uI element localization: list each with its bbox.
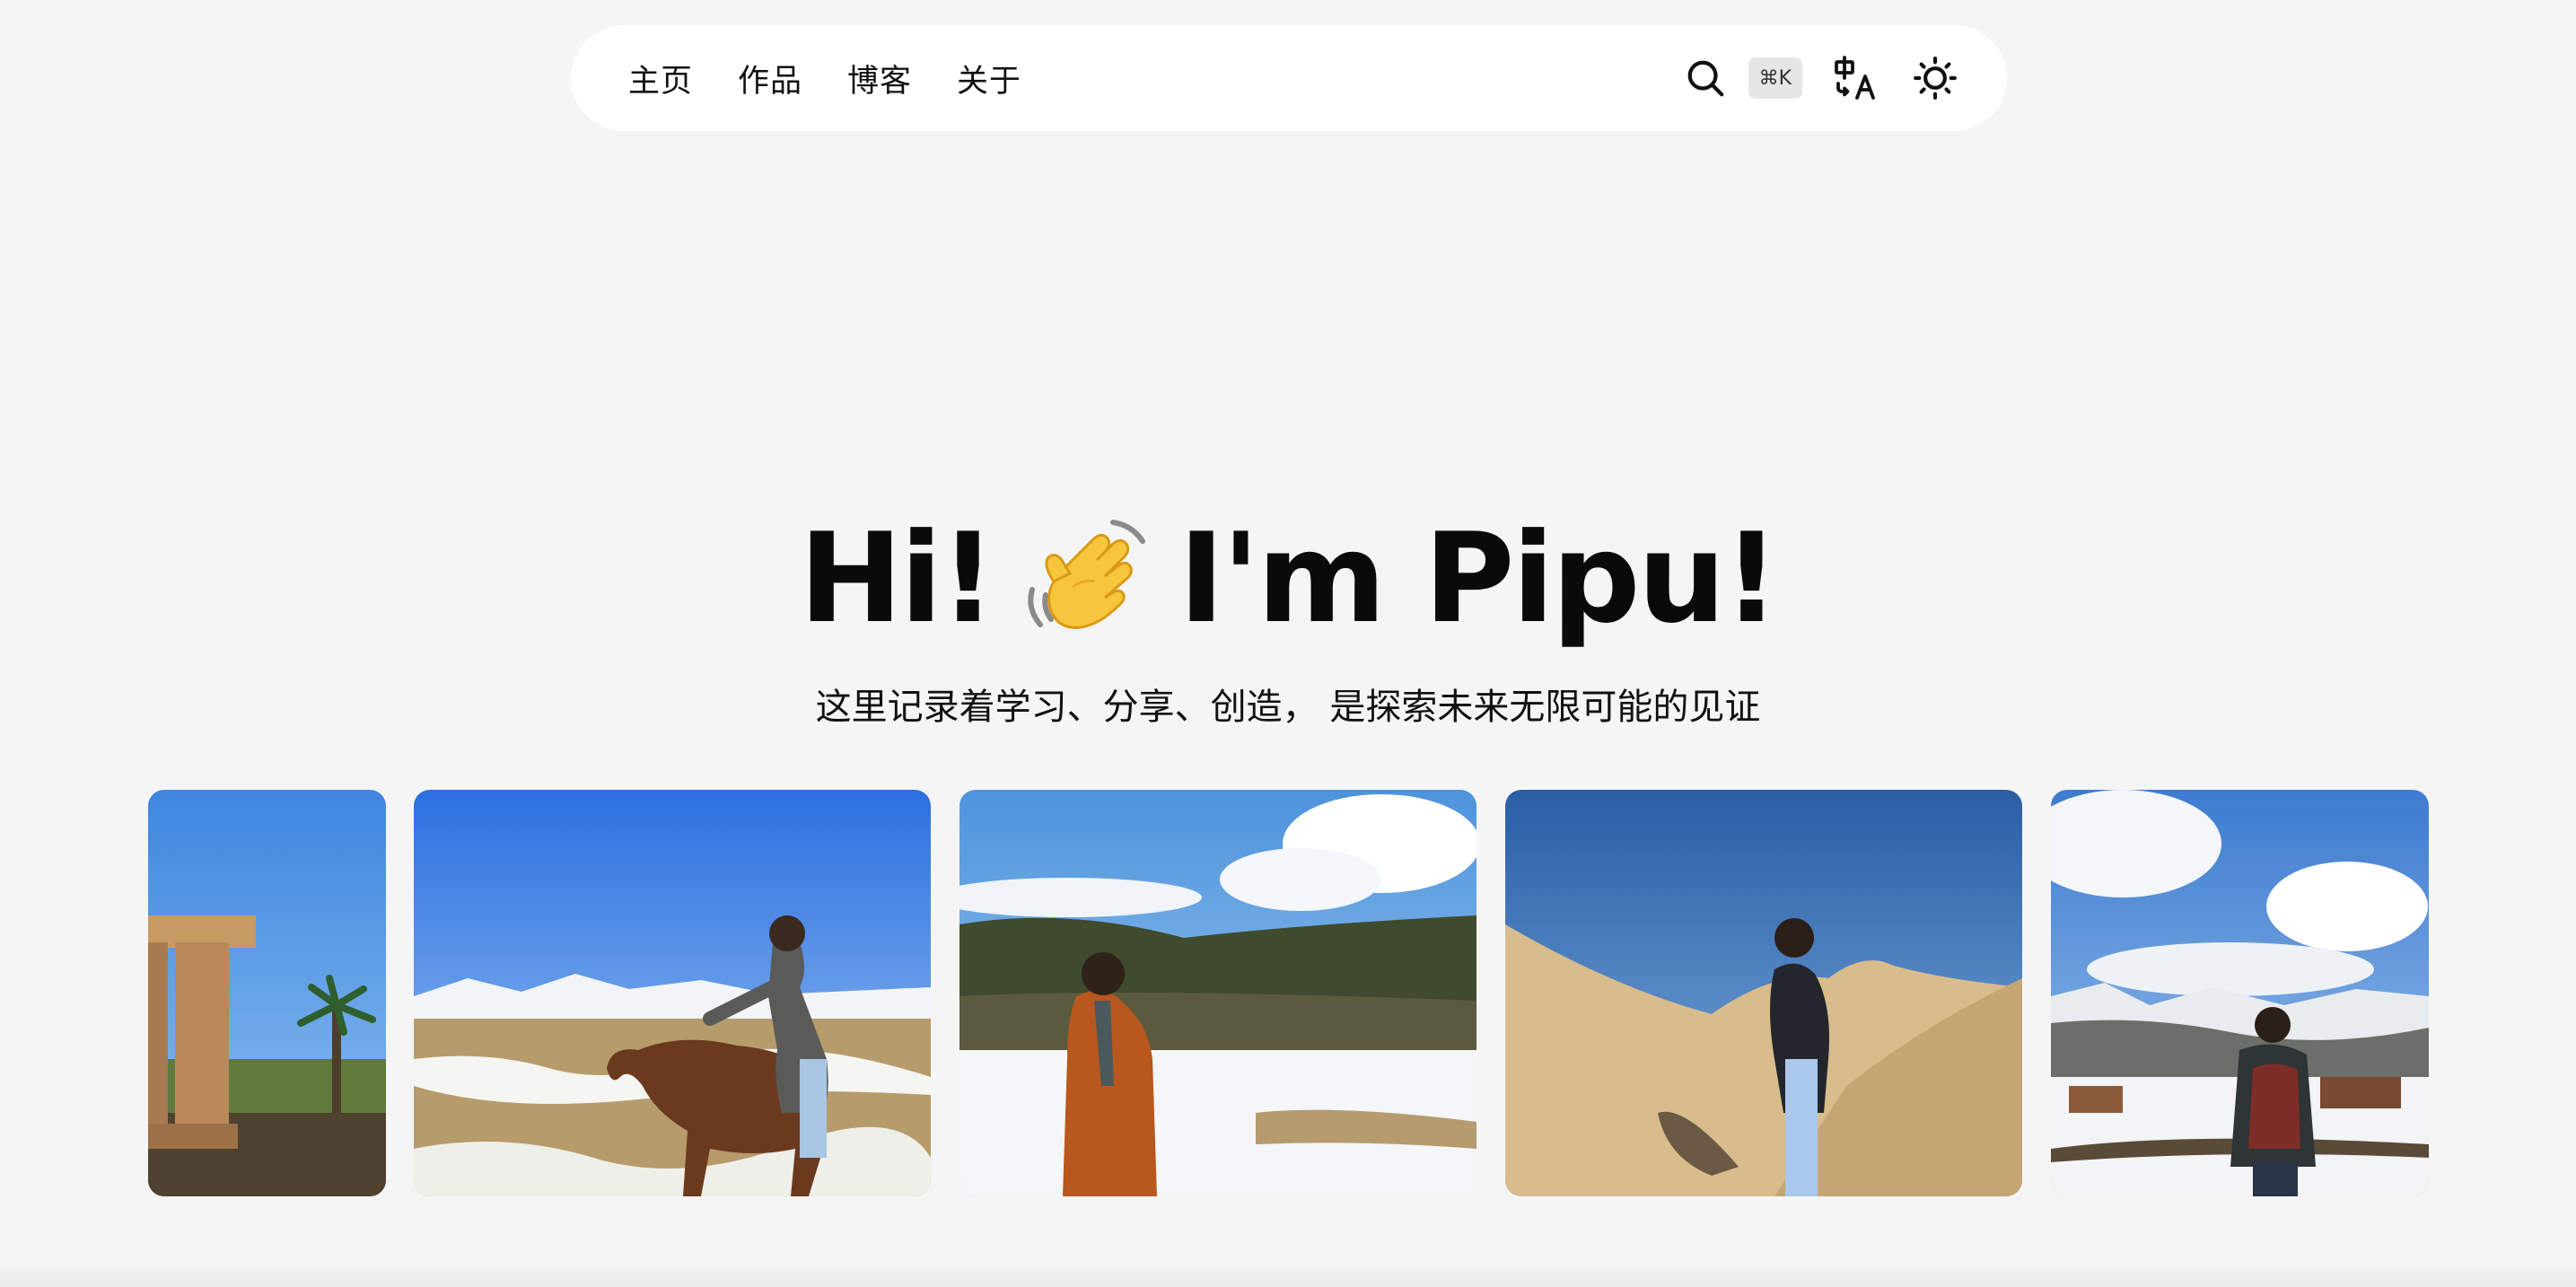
photo-card-5[interactable] [2051, 790, 2429, 1196]
hero-greeting-left: Hi! [799, 506, 996, 651]
nav-actions: ⌘K [1678, 51, 1962, 105]
search-button[interactable] [1678, 51, 1732, 105]
photo-card-4[interactable] [1505, 790, 2022, 1196]
bottom-shadow [0, 1260, 2576, 1287]
photo-card-3[interactable] [959, 790, 1476, 1196]
nav-link-about[interactable]: 关于 [957, 56, 1021, 101]
snow-forest-photo [959, 790, 1476, 1196]
snow-village-photo [2051, 790, 2429, 1196]
theme-toggle-button[interactable] [1908, 51, 1962, 105]
nav-link-blog[interactable]: 博客 [847, 56, 912, 101]
waving-hand-icon [1028, 520, 1145, 629]
hero-subtitle: 这里记录着学习、分享、创造， 是探索未来无限可能的见证 [815, 687, 1761, 728]
photo-card-2[interactable] [414, 790, 931, 1196]
translate-icon [1835, 56, 1875, 100]
hero-greeting-right: I'm Pipu! [1178, 506, 1780, 651]
photo-card-1[interactable] [148, 790, 386, 1196]
top-navbar: 主页 作品 博客 关于 ⌘K [571, 25, 2007, 131]
nav-link-home[interactable]: 主页 [628, 56, 693, 101]
horse-rider-photo [414, 790, 931, 1196]
search-shortcut-badge: ⌘K [1748, 57, 1802, 99]
page: 主页 作品 博客 关于 ⌘K Hi! I'm Pipu! 这里记录着学习、分享、… [0, 0, 2576, 1287]
nav-link-works[interactable]: 作品 [738, 56, 802, 101]
hero-title: Hi! I'm Pipu! [0, 503, 2576, 655]
language-toggle-button[interactable] [1829, 51, 1883, 105]
sand-dune-photo [1505, 790, 2022, 1196]
arch-palm-photo [148, 790, 386, 1196]
search-icon [1687, 60, 1723, 97]
nav-links: 主页 作品 博客 关于 [628, 56, 1021, 101]
sun-icon [1914, 57, 1957, 100]
